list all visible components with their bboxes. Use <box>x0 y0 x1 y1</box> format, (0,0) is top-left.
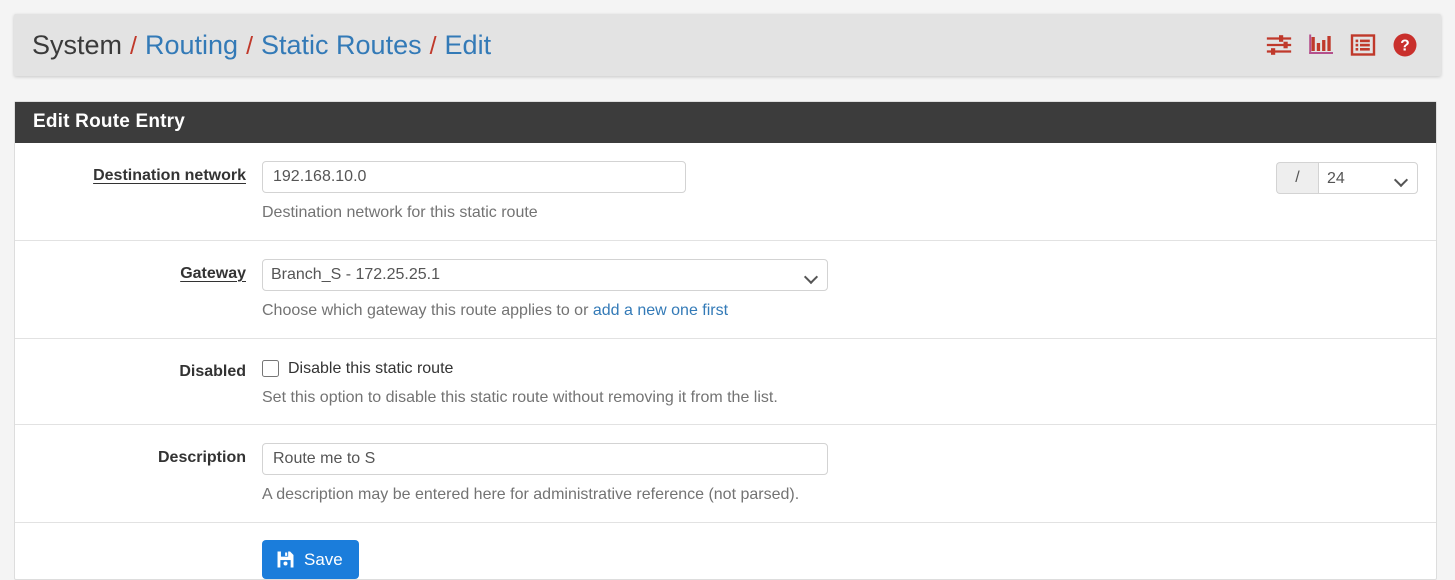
disabled-label: Disabled <box>179 362 246 380</box>
cidr-mask-select[interactable]: 24 <box>1318 162 1418 194</box>
chart-icon[interactable] <box>1308 32 1334 58</box>
gateway-label: Gateway <box>180 264 246 282</box>
breadcrumb-item-system: System <box>32 29 123 60</box>
breadcrumb-separator: / <box>130 31 137 60</box>
breadcrumb-icon-group: ? <box>1266 32 1423 58</box>
breadcrumb-item-static-routes[interactable]: Static Routes <box>261 31 422 59</box>
disabled-label-cell: Disabled <box>15 357 262 381</box>
disable-route-checkbox[interactable] <box>262 360 279 378</box>
form-row-destination: Destination network Destination network … <box>15 143 1436 241</box>
breadcrumb-bar: System / Routing / Static Routes / Edit <box>14 14 1441 76</box>
destination-field-cell: Destination network for this static rout… <box>262 161 1436 224</box>
save-button-label: Save <box>304 550 343 570</box>
description-label: Description <box>157 449 246 467</box>
floppy-save-icon <box>277 551 294 568</box>
cidr-input-group: / 24 <box>1276 162 1418 194</box>
save-button[interactable]: Save <box>262 540 359 580</box>
cidr-prefix-addon: / <box>1276 162 1318 194</box>
breadcrumb-separator: / <box>246 31 254 60</box>
breadcrumb: System / Routing / Static Routes / Edit <box>32 29 1266 60</box>
description-label-cell: Description <box>15 443 262 467</box>
description-input[interactable] <box>262 443 828 476</box>
disable-checkbox-line: Disable this static route <box>262 357 1436 378</box>
sliders-icon[interactable] <box>1266 32 1292 58</box>
breadcrumb-item-routing[interactable]: Routing <box>145 31 238 59</box>
destination-label: Destination network <box>93 167 246 184</box>
edit-route-panel: Edit Route Entry Destination network Des… <box>14 101 1437 580</box>
actions-spacer <box>15 540 262 579</box>
disable-route-checkbox-label[interactable]: Disable this static route <box>288 360 453 378</box>
form-row-description: Description A description may be entered… <box>15 425 1436 524</box>
panel-title: Edit Route Entry <box>15 102 1436 143</box>
destination-help-text: Destination network for this static rout… <box>262 204 538 221</box>
disabled-field-cell: Disable this static route Set this optio… <box>262 357 1436 409</box>
description-help-text: A description may be entered here for ad… <box>262 486 800 504</box>
panel-body: Destination network Destination network … <box>15 143 1436 580</box>
add-gateway-link[interactable]: add a new one first <box>593 302 728 319</box>
gateway-label-cell: Gateway <box>15 259 262 283</box>
gateway-help-text: Choose which gateway this route applies … <box>262 301 1436 322</box>
gateway-select[interactable]: Branch_S - 172.25.25.1 <box>262 258 828 291</box>
help-icon[interactable]: ? <box>1392 32 1418 58</box>
description-field-cell: A description may be entered here for ad… <box>262 443 1436 506</box>
breadcrumb-separator: / <box>429 31 437 60</box>
destination-network-input[interactable] <box>262 161 686 193</box>
form-row-disabled: Disabled Disable this static route Set t… <box>15 339 1436 426</box>
destination-label-cell: Destination network <box>15 161 262 185</box>
form-row-gateway: Gateway Branch_S - 172.25.25.1 Choose wh… <box>15 241 1436 339</box>
list-icon[interactable] <box>1350 32 1376 58</box>
cidr-select-wrap: 24 <box>1318 162 1418 194</box>
gateway-field-cell: Branch_S - 172.25.25.1 Choose which gate… <box>262 258 1436 322</box>
breadcrumb-item-edit[interactable]: Edit <box>445 31 492 59</box>
disabled-help-text: Set this option to disable this static r… <box>262 388 778 406</box>
form-actions-row: Save <box>15 523 1436 580</box>
svg-text:?: ? <box>1400 38 1409 55</box>
gateway-help-prefix: Choose which gateway this route applies … <box>262 301 593 319</box>
gateway-select-wrap: Branch_S - 172.25.25.1 <box>262 258 828 291</box>
